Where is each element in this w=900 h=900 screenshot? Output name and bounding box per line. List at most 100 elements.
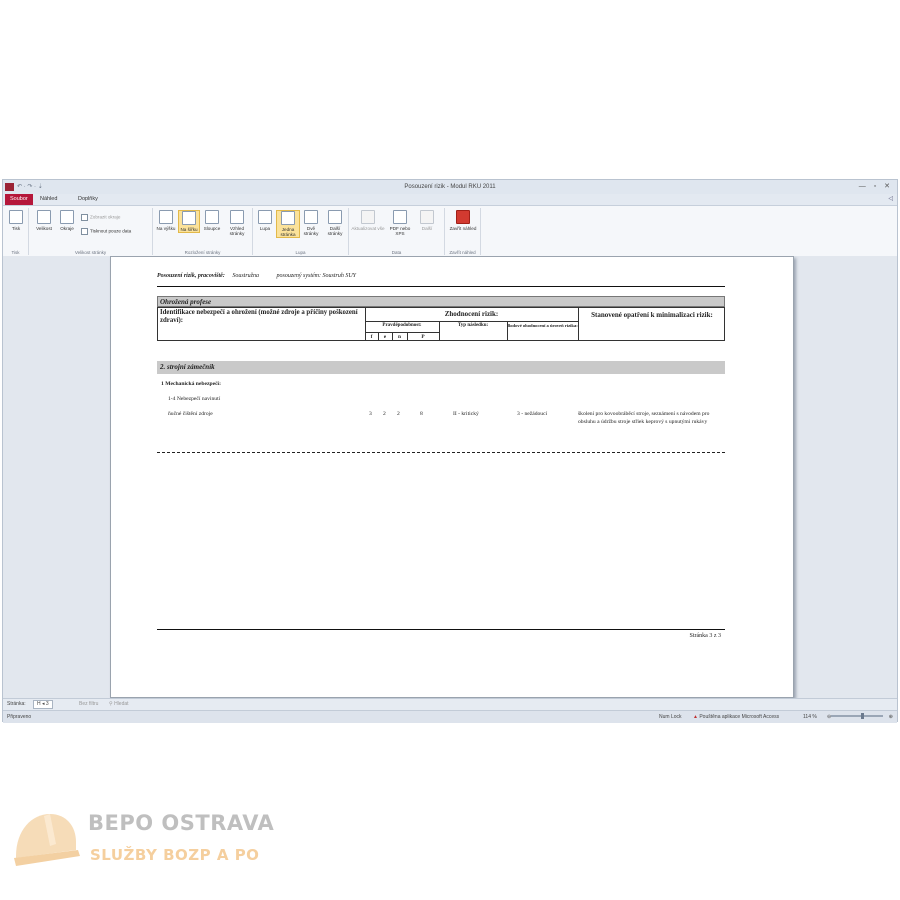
close-icon bbox=[456, 210, 470, 224]
divider bbox=[365, 321, 578, 322]
zoom-slider-handle[interactable] bbox=[861, 713, 864, 719]
col-risk-level-header: Bodové ohodnocení a úroveň rizika: bbox=[507, 323, 578, 328]
columns-label: Sloupce bbox=[203, 226, 221, 231]
tab-file[interactable]: Soubor bbox=[5, 194, 33, 205]
group-label-page-layout: Rozložení stránky bbox=[184, 250, 221, 255]
col-hazard-header: Identifikace nebezpečí a ohrožení (možné… bbox=[160, 309, 358, 324]
print-preview-area[interactable]: Posouzení rizik, pracoviště: Soustružna … bbox=[3, 256, 897, 698]
page-setup-button[interactable]: Vzhled stránky bbox=[225, 210, 249, 236]
group-label-zoom: Lupa bbox=[295, 250, 306, 255]
refresh-all-label: Aktualizovat vše bbox=[351, 226, 385, 231]
header-workplace: Soustružna bbox=[232, 273, 260, 279]
filter-button[interactable]: Bez filtru bbox=[79, 699, 98, 710]
page-size-icon bbox=[37, 210, 51, 224]
zoom-slider[interactable] bbox=[831, 713, 883, 719]
search-box[interactable]: ⚲ Hledat bbox=[109, 699, 129, 710]
page-nav-input[interactable]: H ◂ 3 bbox=[33, 700, 53, 709]
nav-label: Stránka: bbox=[7, 701, 26, 707]
zoom-label: Lupa bbox=[259, 226, 271, 231]
close-preview-label: Zavřít náhled bbox=[449, 226, 477, 231]
tab-addins[interactable]: Doplňky bbox=[73, 194, 103, 205]
profession-band: Ohrožená profese bbox=[157, 296, 725, 307]
dashed-separator bbox=[157, 452, 725, 453]
portrait-label: Na výšku bbox=[156, 226, 176, 231]
col-p: P bbox=[421, 334, 425, 340]
show-margins-label: Zobrazit okraje bbox=[90, 214, 121, 220]
ribbon: Tisk Tisk Velikost Okraje Zobrazit okraj… bbox=[3, 206, 897, 257]
num-lock-indicator: Num Lock bbox=[659, 714, 682, 720]
print-button[interactable]: Tisk bbox=[6, 210, 26, 231]
search-placeholder: Hledat bbox=[114, 701, 129, 707]
col-e: e bbox=[383, 334, 387, 340]
close-preview-button[interactable]: Zavřít náhled bbox=[449, 210, 477, 231]
section-title: 2. strojní zámečník bbox=[157, 361, 725, 374]
row-description: ňučné čištění zdroje bbox=[168, 411, 213, 417]
columns-button[interactable]: Sloupce bbox=[201, 210, 223, 231]
print-data-only-check[interactable]: Tisknout pouze data bbox=[81, 228, 131, 235]
group-label-print: Tisk bbox=[11, 250, 20, 255]
search-icon: ⚲ bbox=[109, 701, 113, 707]
row-e: 2 bbox=[383, 411, 386, 417]
show-margins-check[interactable]: Zobrazit okraje bbox=[81, 214, 120, 221]
column-header-table: Identifikace nebezpečí a ohrožení (možné… bbox=[157, 307, 725, 341]
portrait-icon bbox=[159, 210, 173, 224]
more-pages-button[interactable]: Další stránky bbox=[324, 210, 346, 236]
brand-name: BEPO OSTRAVA bbox=[88, 811, 275, 835]
landscape-button[interactable]: Na šířku bbox=[178, 210, 200, 233]
header-rule bbox=[157, 286, 725, 287]
row-f: 3 bbox=[369, 411, 372, 417]
divider bbox=[365, 332, 439, 333]
portrait-button[interactable]: Na výšku bbox=[156, 210, 176, 231]
zoom-in-icon[interactable]: ⊕ bbox=[889, 711, 893, 723]
divider bbox=[578, 308, 579, 340]
zoom-out-icon[interactable]: ⊖ bbox=[827, 711, 831, 723]
page-number: Stránka 3 z 3 bbox=[689, 633, 722, 639]
group-page-layout: Na výšku Na šířku Sloupce Vzhled stránky… bbox=[153, 208, 253, 255]
pdf-icon bbox=[393, 210, 407, 224]
columns-icon bbox=[205, 210, 219, 224]
margins-button[interactable]: Okraje bbox=[57, 210, 77, 231]
checkbox-icon bbox=[81, 228, 88, 235]
col-measures-header: Stanovené opatření k minimalizaci rizik: bbox=[591, 311, 713, 319]
helmet-logo-icon bbox=[14, 814, 80, 866]
help-icon[interactable]: ◁ bbox=[888, 194, 893, 205]
col-n: n bbox=[398, 334, 401, 340]
more-pages-label: Další stránky bbox=[327, 226, 343, 236]
print-data-only-label: Tisknout pouze data bbox=[90, 228, 132, 234]
one-page-button[interactable]: Jedna stránka bbox=[276, 210, 300, 238]
more-data-button[interactable]: Další bbox=[415, 210, 439, 231]
pdf-xps-button[interactable]: PDF nebo XPS bbox=[387, 210, 413, 236]
landscape-label: Na šířku bbox=[180, 227, 198, 232]
magnifier-icon bbox=[258, 210, 272, 224]
printer-icon bbox=[9, 210, 23, 224]
checkbox-icon bbox=[81, 214, 88, 221]
size-button[interactable]: Velikost bbox=[33, 210, 55, 231]
status-ready: Připraveno bbox=[7, 714, 32, 720]
tab-preview[interactable]: Náhled bbox=[35, 194, 62, 205]
record-navigation-bar: Stránka: H ◂ 3 Bez filtru ⚲ Hledat bbox=[3, 698, 897, 710]
two-pages-label: Dvě stránky bbox=[303, 226, 319, 236]
margins-icon bbox=[60, 210, 74, 224]
report-page: Posouzení rizik, pracoviště: Soustružna … bbox=[110, 256, 794, 698]
landscape-icon bbox=[182, 211, 196, 225]
hazard-item: 1-4 Nebezpečí navinutí bbox=[168, 396, 221, 402]
title-bar: ↶ · ↷ · ⇣ Posouzení rizik - Modul RKU 20… bbox=[3, 180, 897, 194]
row-measures: školení pro kovoobráběcí stroje, seznáme… bbox=[578, 411, 710, 425]
row-n: 2 bbox=[397, 411, 400, 417]
refresh-icon bbox=[361, 210, 375, 224]
zoom-button[interactable]: Lupa bbox=[256, 210, 274, 231]
margins-label: Okraje bbox=[60, 226, 74, 231]
access-window: ↶ · ↷ · ⇣ Posouzení rizik - Modul RKU 20… bbox=[2, 179, 898, 723]
group-label-close-preview: Zavřít náhled bbox=[449, 250, 476, 255]
warning-indicator[interactable]: ▲ Pouštěna aplikace Microsoft Access bbox=[693, 711, 779, 723]
status-bar: Připraveno Num Lock ▲ Pouštěna aplikace … bbox=[3, 710, 897, 723]
more-data-icon bbox=[420, 210, 434, 224]
group-label-page-size: Velikost stránky bbox=[74, 250, 107, 255]
one-page-label: Jedna stránka bbox=[280, 227, 296, 237]
refresh-all-button[interactable]: Aktualizovat vše bbox=[351, 210, 385, 231]
two-pages-button[interactable]: Dvě stránky bbox=[300, 210, 322, 236]
window-controls[interactable]: — ▫ ✕ bbox=[859, 180, 893, 194]
more-pages-icon bbox=[328, 210, 342, 224]
group-print: Tisk Tisk bbox=[3, 208, 29, 255]
brand-tagline: SLUŽBY BOZP A PO bbox=[90, 846, 260, 864]
